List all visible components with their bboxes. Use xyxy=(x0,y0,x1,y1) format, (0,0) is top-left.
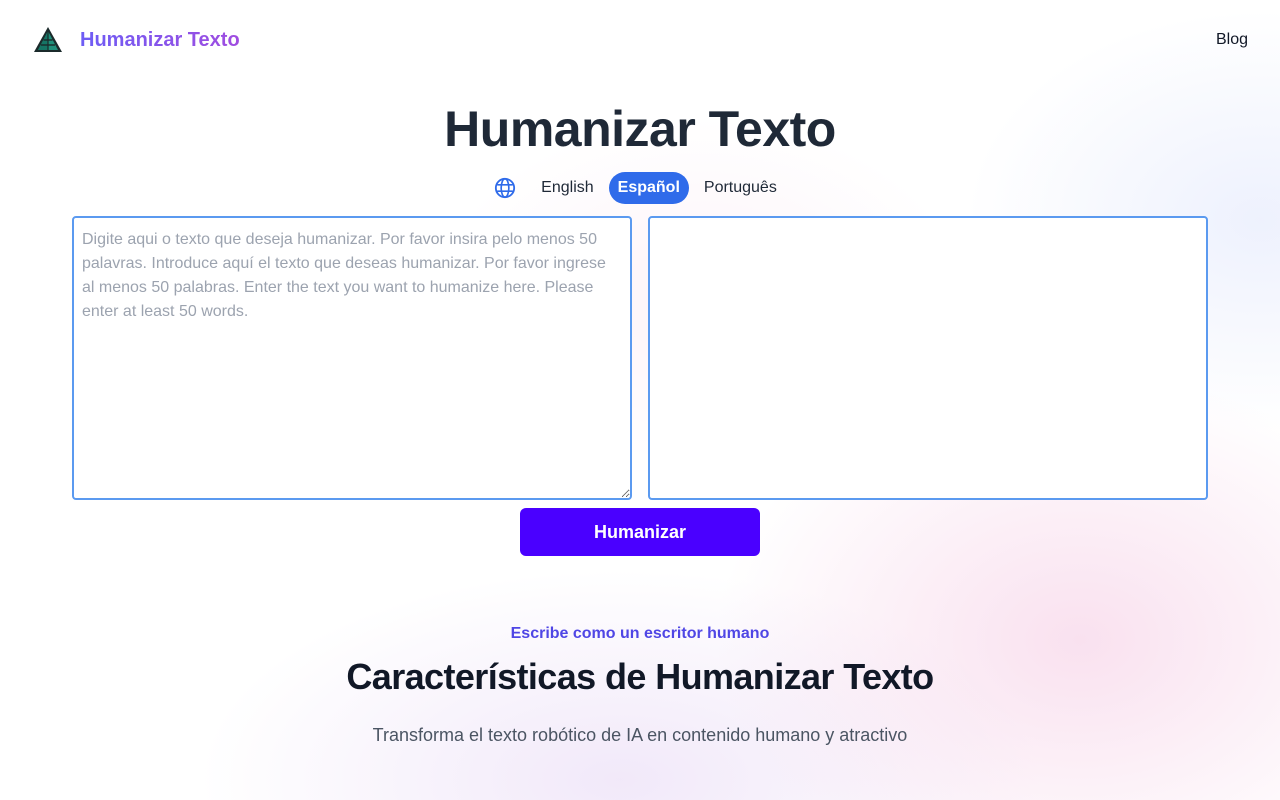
input-text-area[interactable] xyxy=(72,216,632,500)
editor-panels xyxy=(72,216,1208,500)
globe-icon xyxy=(495,177,516,199)
language-english-button[interactable]: English xyxy=(532,172,602,204)
site-header: Humanizar Texto Blog xyxy=(0,0,1280,80)
features-eyebrow: Escribe como un escritor humano xyxy=(510,625,770,642)
language-switcher: English Español Português xyxy=(0,171,1280,205)
language-portuguese-button[interactable]: Português xyxy=(695,172,786,204)
page-title: Humanizar Texto xyxy=(444,101,836,157)
page: Humanizar Texto Blog Humanizar Texto Eng… xyxy=(0,0,1280,800)
language-spanish-button[interactable]: Español xyxy=(608,172,689,204)
humanize-button[interactable]: Humanizar xyxy=(520,508,760,556)
output-text-area[interactable] xyxy=(648,216,1208,500)
pyramid-logo-icon xyxy=(34,27,62,52)
brand-link[interactable]: Humanizar Texto xyxy=(32,24,240,56)
features-title: Características de Humanizar Texto xyxy=(346,656,934,697)
brand-name: Humanizar Texto xyxy=(80,28,240,51)
nav-blog-link[interactable]: Blog xyxy=(1216,31,1248,49)
features-subtitle: Transforma el texto robótico de IA en co… xyxy=(372,725,908,745)
